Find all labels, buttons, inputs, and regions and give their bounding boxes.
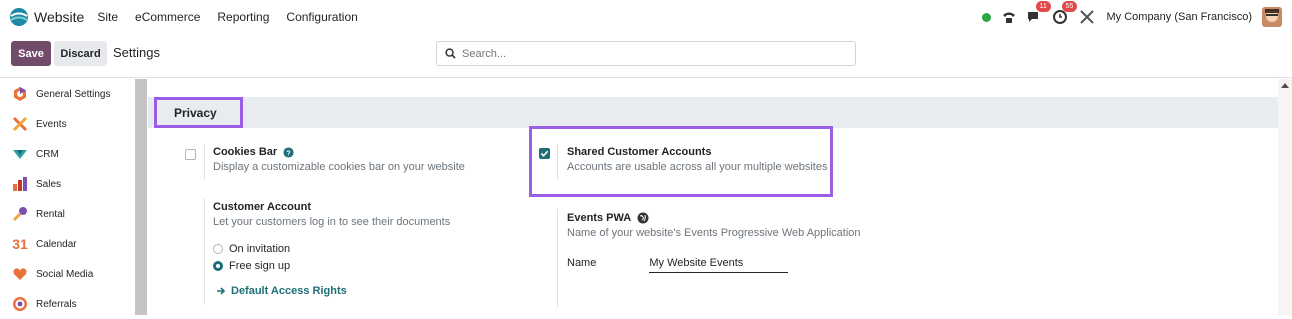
globe-icon (637, 212, 649, 224)
arrow-right-icon (217, 287, 226, 295)
default-access-rights-link[interactable]: Default Access Rights (216, 285, 450, 297)
sidebar-item-social-media[interactable]: Social Media (0, 259, 135, 289)
customer-account-title: Customer Account (213, 201, 311, 213)
website-app-icon (10, 8, 28, 26)
divider (204, 144, 205, 180)
user-avatar[interactable] (1262, 7, 1282, 27)
settings-sidebar: General Settings Events CRM Sales Rental… (0, 79, 135, 315)
svg-text:?: ? (286, 148, 291, 157)
crm-icon (11, 145, 29, 163)
cookies-bar-desc: Display a customizable cookies bar on yo… (213, 161, 465, 173)
shared-accounts-title: Shared Customer Accounts (567, 146, 712, 158)
events-pwa-setting: Events PWA Name of your website's Events… (567, 212, 861, 239)
menu-item-configuration[interactable]: Configuration (286, 10, 357, 24)
referrals-icon (11, 295, 29, 313)
sidebar-item-calendar[interactable]: 31 Calendar (0, 229, 135, 259)
main-scrollbar[interactable] (1278, 79, 1292, 315)
sidebar-item-label: Sales (36, 178, 62, 190)
menu-item-ecommerce[interactable]: eCommerce (135, 10, 200, 24)
systray: 11 55 My Company (San Francisco) (981, 0, 1282, 34)
link-label: Default Access Rights (231, 285, 347, 297)
activity-clock-icon[interactable]: 55 (1052, 1, 1078, 25)
shared-accounts-checkbox[interactable] (539, 148, 550, 159)
sidebar-item-label: General Settings (36, 88, 111, 100)
sidebar-item-events[interactable]: Events (0, 109, 135, 139)
menu-item-reporting[interactable]: Reporting (217, 10, 269, 24)
messages-icon[interactable]: 11 (1027, 1, 1051, 25)
phone-icon[interactable] (1001, 9, 1017, 25)
activity-badge: 55 (1061, 1, 1078, 12)
app-brand[interactable]: Website (9, 7, 84, 27)
discard-button[interactable]: Discard (54, 41, 107, 66)
sidebar-item-label: Referrals (36, 298, 77, 310)
scroll-up-arrow-icon[interactable] (1281, 83, 1289, 88)
pwa-name-input[interactable] (649, 257, 789, 273)
radio-on-invitation[interactable]: On invitation (213, 240, 450, 257)
company-switcher[interactable]: My Company (San Francisco) (1107, 11, 1253, 23)
cookies-bar-checkbox[interactable] (185, 149, 196, 160)
radio-button-selected[interactable] (213, 260, 223, 271)
sales-icon (11, 175, 29, 193)
sidebar-item-label: Rental (36, 208, 65, 220)
divider (557, 144, 558, 180)
sidebar-item-rental[interactable]: Rental (0, 199, 135, 229)
search-bar[interactable] (436, 41, 856, 66)
name-field-label: Name (567, 257, 597, 269)
sidebar-scrollbar[interactable] (135, 79, 147, 315)
settings-main: Privacy Cookies Bar ? Display a customiz… (148, 79, 1278, 315)
section-title: Privacy (154, 97, 243, 128)
page-title: Settings (113, 45, 160, 60)
divider (204, 198, 205, 305)
top-navbar: Website Site eCommerce Reporting Configu… (0, 0, 1292, 34)
events-pwa-desc: Name of your website's Events Progressiv… (567, 227, 861, 239)
general-settings-icon (11, 85, 29, 103)
events-pwa-title: Events PWA (567, 212, 632, 224)
cookies-bar-setting: Cookies Bar ? Display a customizable coo… (213, 146, 465, 173)
customer-account-setting: Customer Account Let your customers log … (213, 201, 450, 297)
sidebar-item-crm[interactable]: CRM (0, 139, 135, 169)
tools-icon[interactable] (1079, 9, 1095, 25)
sidebar-item-sales[interactable]: Sales (0, 169, 135, 199)
search-input[interactable] (462, 47, 842, 60)
sidebar-item-general-settings[interactable]: General Settings (0, 79, 135, 109)
save-button[interactable]: Save (11, 41, 51, 66)
rental-icon (11, 205, 29, 223)
status-dot-icon[interactable] (981, 12, 991, 22)
app-name: Website (34, 9, 85, 25)
radio-free-sign-up[interactable]: Free sign up (213, 257, 450, 274)
menu-item-site[interactable]: Site (97, 10, 118, 24)
events-icon (11, 115, 29, 133)
section-header: Privacy (148, 97, 1278, 128)
sidebar-item-label: Calendar (36, 238, 77, 250)
customer-account-desc: Let your customers log in to see their d… (213, 216, 451, 228)
sidebar-item-label: CRM (36, 148, 59, 160)
shared-accounts-desc: Accounts are usable across all your mult… (567, 161, 828, 173)
radio-label: On invitation (229, 242, 291, 255)
shared-accounts-setting: Shared Customer Accounts Accounts are us… (567, 146, 827, 173)
radio-button[interactable] (213, 243, 223, 254)
social-media-icon (11, 265, 29, 283)
help-icon[interactable]: ? (283, 146, 294, 158)
cookies-bar-title: Cookies Bar (213, 146, 278, 158)
divider (557, 209, 558, 307)
checkmark-icon (540, 150, 549, 157)
control-panel: Save Discard Settings (0, 34, 1292, 78)
sidebar-item-label: Social Media (36, 268, 94, 280)
messages-badge: 11 (1035, 1, 1051, 12)
main-menu: Site eCommerce Reporting Configuration (97, 10, 374, 24)
sidebar-item-label: Events (36, 118, 67, 130)
search-icon (445, 48, 456, 59)
radio-label: Free sign up (229, 259, 291, 272)
calendar-icon: 31 (12, 236, 28, 252)
events-pwa-name-row: Name (567, 257, 789, 273)
